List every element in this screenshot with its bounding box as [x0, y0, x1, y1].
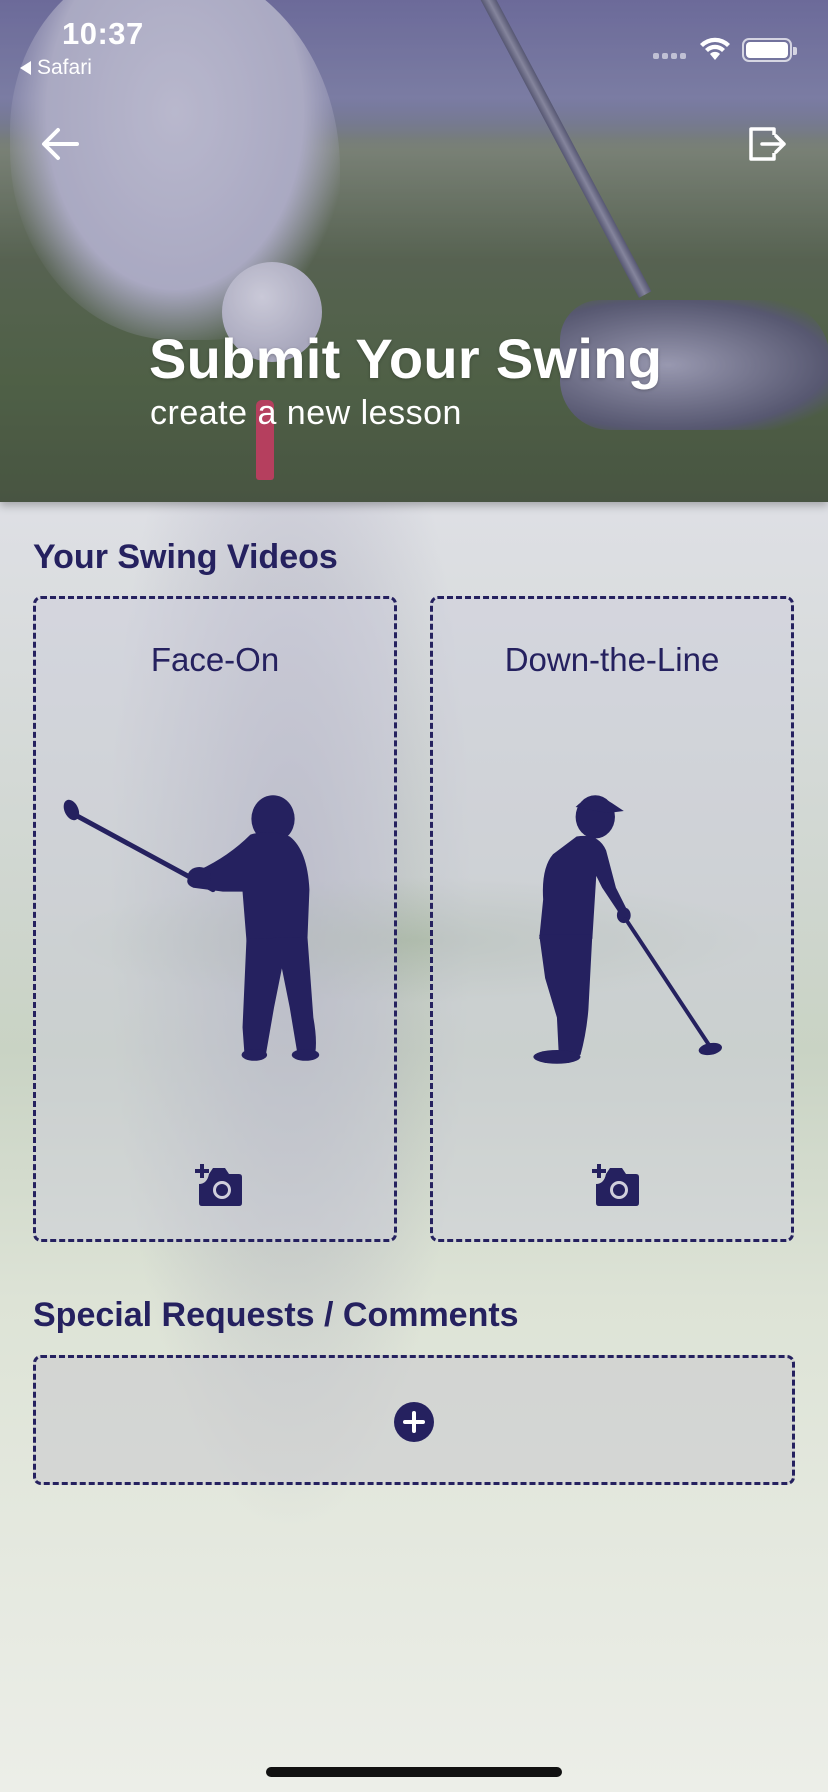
exit-icon [749, 127, 786, 161]
down-the-line-label: Down-the-Line [504, 641, 720, 678]
page-title: Submit Your Swing [149, 327, 663, 390]
add-comments-button[interactable] [33, 1355, 795, 1485]
golfer-down-the-line-icon [533, 795, 723, 1064]
page-subtitle: create a new lesson [150, 394, 462, 432]
back-to-safari-link[interactable]: Safari [20, 56, 92, 80]
home-indicator[interactable] [266, 1767, 562, 1777]
add-camera-icon[interactable] [193, 1162, 243, 1208]
arrow-left-icon [42, 128, 79, 160]
back-app-label: Safari [37, 56, 92, 79]
status-time: 10:37 [62, 16, 144, 51]
plus-circle-icon [394, 1402, 434, 1442]
golfer-face-on-icon [63, 795, 320, 1061]
add-camera-icon[interactable] [590, 1162, 640, 1208]
down-the-line-video-card[interactable]: Down-the-Line [430, 596, 794, 1242]
face-on-label: Face-On [150, 641, 280, 678]
battery-icon [742, 38, 797, 62]
wifi-icon [700, 37, 730, 60]
face-on-video-card[interactable]: Face-On [33, 596, 397, 1242]
exit-button[interactable] [744, 120, 792, 168]
back-triangle-icon [20, 61, 31, 75]
swing-videos-heading: Your Swing Videos [33, 538, 338, 576]
back-button[interactable] [36, 120, 84, 168]
cellular-signal-icon [653, 53, 686, 59]
comments-heading: Special Requests / Comments [33, 1296, 519, 1334]
status-bar: 10:37 Safari [0, 0, 828, 90]
